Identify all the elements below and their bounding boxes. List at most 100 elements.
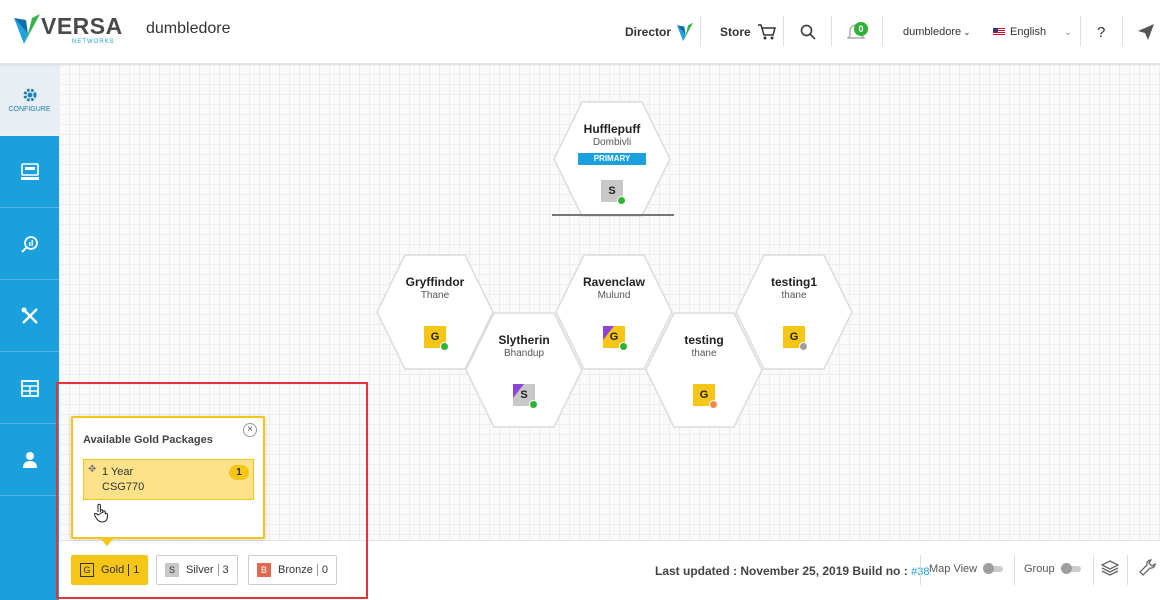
search-button[interactable] bbox=[800, 0, 816, 64]
chevron-down-icon: ⌄ bbox=[1064, 26, 1072, 37]
paper-plane-icon bbox=[1138, 24, 1154, 40]
package-item[interactable]: ✥ 1 Year CSG770 1 bbox=[83, 459, 254, 500]
status-dot bbox=[617, 196, 626, 205]
cart-icon bbox=[757, 24, 776, 40]
package-code: CSG770 bbox=[102, 481, 145, 493]
settings-wrench-button[interactable] bbox=[1138, 559, 1156, 582]
primary-tag: PRIMARY bbox=[578, 153, 646, 165]
notifications-button[interactable]: 0 bbox=[847, 0, 868, 64]
license-badge[interactable]: G bbox=[603, 326, 628, 351]
versa-logo[interactable]: VERSA NETWORKS bbox=[14, 12, 122, 48]
site-name: Ravenclaw bbox=[582, 275, 646, 289]
header-divider bbox=[700, 16, 701, 46]
silver-package-button[interactable]: S Silver 3 bbox=[156, 555, 238, 585]
hexagon-shape bbox=[645, 312, 763, 428]
calendar-grid-icon bbox=[20, 379, 39, 397]
toggle-switch[interactable] bbox=[983, 563, 1004, 574]
store-label: Store bbox=[720, 25, 751, 39]
sidebar-item-analytics[interactable] bbox=[0, 208, 59, 280]
footer-divider bbox=[1093, 555, 1094, 585]
site-location: Dombivli bbox=[592, 137, 632, 148]
language-select[interactable]: English ⌄ bbox=[993, 0, 1072, 64]
chevron-down-icon: ⌄ bbox=[963, 26, 971, 37]
package-count-badge: 1 bbox=[229, 465, 249, 480]
status-dot bbox=[799, 342, 808, 351]
analytics-search-icon bbox=[20, 235, 38, 253]
popup-pointer bbox=[100, 538, 114, 546]
wrench-icon bbox=[1139, 559, 1156, 576]
license-badge[interactable]: G bbox=[424, 326, 449, 351]
help-button[interactable]: ? bbox=[1097, 0, 1105, 64]
bronze-package-button[interactable]: B Bronze 0 bbox=[248, 555, 337, 585]
brand-name: VERSA bbox=[41, 13, 123, 39]
help-icon: ? bbox=[1097, 23, 1106, 41]
status-dot bbox=[529, 400, 538, 409]
badge-letter: S bbox=[520, 389, 528, 401]
director-button[interactable]: Director bbox=[625, 0, 694, 64]
badge-letter: S bbox=[608, 185, 616, 197]
footer-divider bbox=[1014, 555, 1015, 585]
header-divider bbox=[831, 16, 832, 46]
sidebar-item-monitor[interactable] bbox=[0, 136, 59, 208]
package-label: Silver bbox=[186, 564, 214, 576]
site-hex-node[interactable]: testing thane G bbox=[644, 311, 764, 429]
gold-package-button[interactable]: G Gold 1 bbox=[71, 555, 149, 585]
site-name: testing bbox=[684, 333, 724, 347]
sidebar-item-tools[interactable] bbox=[0, 280, 59, 352]
hand-cursor-icon bbox=[93, 503, 108, 523]
sidebar-item-label: CONFIGURE bbox=[8, 105, 51, 113]
site-location: Mulund bbox=[597, 290, 631, 301]
map-view-label: Map View bbox=[929, 563, 978, 575]
map-view-toggle[interactable]: Map View bbox=[929, 563, 1004, 575]
tools-icon bbox=[21, 307, 38, 324]
group-toggle[interactable]: Group bbox=[1024, 563, 1081, 575]
director-logo-icon bbox=[677, 22, 694, 42]
close-icon[interactable]: × bbox=[243, 423, 257, 437]
footer-divider bbox=[1127, 555, 1128, 585]
sidebar-item-inventory[interactable] bbox=[0, 352, 59, 424]
brand-subtitle: NETWORKS bbox=[72, 39, 115, 45]
user-menu[interactable]: dumbledore ⌄ bbox=[903, 0, 971, 64]
director-label: Director bbox=[625, 25, 672, 39]
site-hex-node[interactable]: Slytherin Bhandup S bbox=[464, 311, 584, 429]
toggle-switch[interactable] bbox=[1060, 563, 1081, 574]
monitor-icon bbox=[20, 162, 39, 180]
license-badge[interactable]: G bbox=[693, 384, 718, 409]
send-button[interactable] bbox=[1137, 0, 1155, 64]
layers-icon bbox=[1100, 560, 1120, 576]
site-name: Hufflepuff bbox=[583, 122, 641, 136]
drag-handle-icon[interactable]: ✥ bbox=[88, 464, 96, 475]
license-badge[interactable]: S bbox=[513, 384, 538, 409]
badge-letter: G bbox=[789, 331, 799, 343]
header-divider bbox=[1080, 16, 1081, 46]
gear-icon bbox=[23, 88, 36, 101]
package-count: 3 bbox=[217, 564, 229, 576]
package-count: 1 bbox=[128, 564, 139, 576]
header-divider bbox=[1122, 16, 1123, 46]
site-location: Bhandup bbox=[503, 348, 545, 359]
hexagon-shape bbox=[465, 312, 583, 428]
group-label: Group bbox=[1024, 563, 1055, 575]
site-location: Thane bbox=[420, 290, 450, 301]
gold-packages-popup: Available Gold Packages × ✥ 1 Year CSG77… bbox=[71, 416, 265, 539]
store-button[interactable]: Store bbox=[720, 0, 777, 64]
site-name: Gryffindor bbox=[405, 275, 465, 289]
user-admin-icon bbox=[22, 451, 37, 468]
license-badge[interactable]: G bbox=[783, 326, 808, 351]
sidebar-item-configure[interactable]: CONFIGURE bbox=[0, 64, 59, 136]
silver-letter-icon: S bbox=[165, 563, 179, 577]
badge-letter: G bbox=[430, 331, 440, 343]
sidebar-item-admin[interactable] bbox=[0, 424, 59, 496]
license-badge[interactable]: S bbox=[601, 180, 626, 205]
site-name: testing1 bbox=[770, 275, 817, 289]
layers-button[interactable] bbox=[1100, 559, 1120, 582]
status-dot bbox=[619, 342, 628, 351]
us-flag-icon bbox=[993, 28, 1005, 36]
last-updated-text: Last updated : November 25, 2019 Build n… bbox=[655, 564, 929, 578]
status-dot bbox=[709, 400, 718, 409]
gold-letter-icon: G bbox=[80, 563, 94, 577]
site-title: dumbledore bbox=[146, 20, 231, 37]
language-label: English bbox=[1010, 26, 1047, 38]
status-dot bbox=[440, 342, 449, 351]
site-hex-node[interactable]: Hufflepuff Dombivli PRIMARY S bbox=[552, 100, 672, 218]
